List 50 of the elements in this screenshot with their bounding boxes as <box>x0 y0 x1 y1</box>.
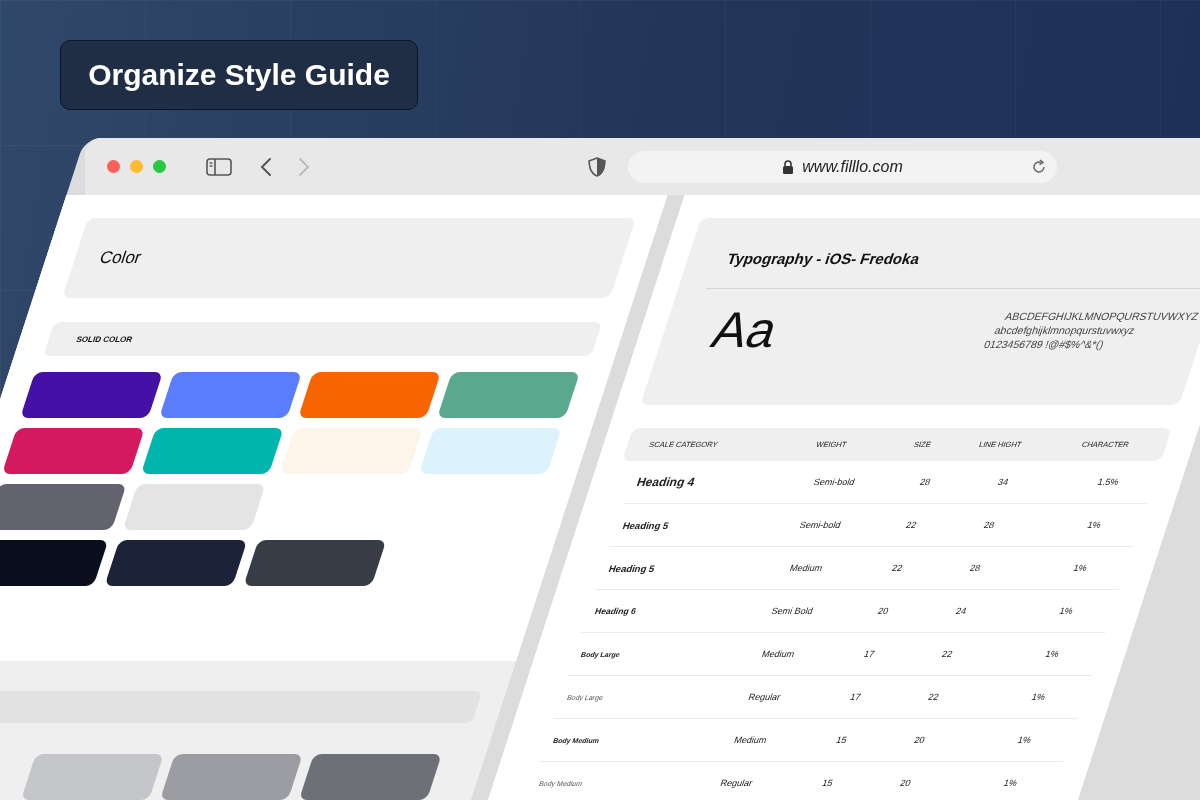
table-cell-text: 15 <box>819 778 836 788</box>
address-bar[interactable]: www.filllo.com <box>628 150 1057 183</box>
table-cell-text: 1% <box>1085 520 1104 530</box>
table-cell-text: 1% <box>1057 606 1076 616</box>
character-set: abcdefghijklmnopqurstuvwxyz <box>993 324 1138 336</box>
table-cell-text: 1% <box>1029 692 1048 702</box>
table-cell-text: Semi Bold <box>769 606 816 616</box>
section-title: Color <box>96 248 144 268</box>
section-title: Typography - iOS- Fredoka <box>705 218 1200 289</box>
lock-icon <box>782 159 795 174</box>
font-sample: Aa <box>705 301 786 359</box>
table-cell-text: 17 <box>861 649 877 659</box>
table-cell-text: 28 <box>917 477 933 487</box>
character-set: 0123456789 !@#$%^&*() <box>982 338 1107 350</box>
table-cell-text: Medium <box>759 649 797 659</box>
table-cell-text: 22 <box>889 563 905 573</box>
table-cell-text: 17 <box>847 692 863 702</box>
table-cell-text: Heading 5 <box>607 562 658 574</box>
page-title: Organize Style Guide <box>88 58 390 92</box>
table-cell-text: Heading 5 <box>621 519 672 531</box>
table-cell-text: Semi-bold <box>797 520 844 530</box>
table-cell-text: 28 <box>981 520 997 530</box>
sidebar-icon[interactable] <box>206 157 232 176</box>
table-cell-text: Medium <box>787 563 825 573</box>
table-cell-text: 1% <box>1043 649 1062 659</box>
table-cell-text: 22 <box>939 649 955 659</box>
table-cell-text: 20 <box>875 606 891 616</box>
table-cell-text: 15 <box>833 735 849 745</box>
table-cell-text: 1% <box>1071 563 1090 573</box>
table-cell-text: Regular <box>746 692 783 702</box>
table-cell-text: Regular <box>718 778 755 788</box>
character-set: ABCDEFGHIJKLMNOPQURSTUVWXYZ <box>1003 310 1200 322</box>
table-cell-text: 24 <box>953 606 969 616</box>
subsection-label: SOLID COLOR <box>75 334 134 344</box>
reload-icon[interactable] <box>1031 158 1047 175</box>
table-cell-text: Heading 6 <box>593 606 639 616</box>
shield-icon[interactable] <box>588 156 606 177</box>
table-cell-text: 20 <box>897 778 914 788</box>
table-cell-text: Heading 4 <box>634 475 698 489</box>
table-cell-text: 22 <box>925 692 941 702</box>
table-cell-text: 1% <box>1015 735 1034 745</box>
table-cell-text: 20 <box>911 735 927 745</box>
table-cell-text: 22 <box>903 520 919 530</box>
table-cell-text: 1% <box>1001 778 1020 788</box>
table-cell-text: 28 <box>967 563 983 573</box>
table-cell-text: 34 <box>995 477 1011 487</box>
back-icon[interactable] <box>260 156 272 177</box>
table-cell-text: 1.5% <box>1095 477 1122 487</box>
table-cell-text: Medium <box>731 735 769 745</box>
table-cell-text: Semi-bold <box>811 477 858 487</box>
